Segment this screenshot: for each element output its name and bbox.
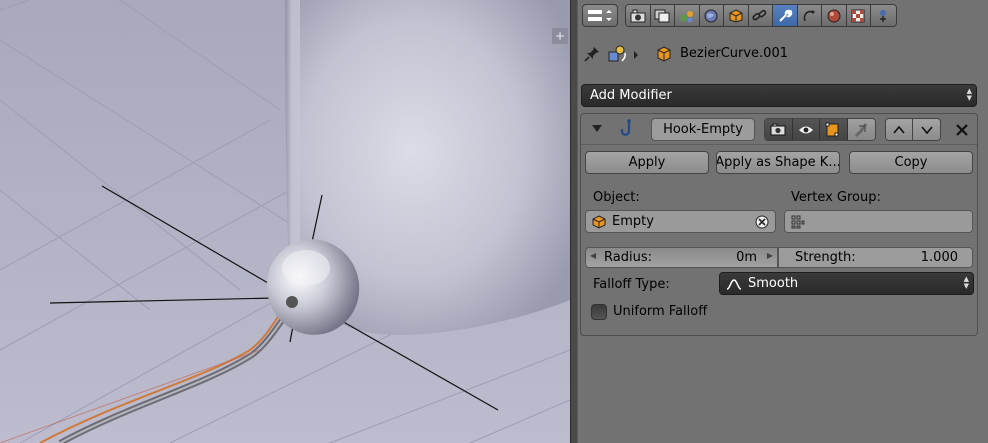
render-layers-tab[interactable] xyxy=(650,5,675,26)
context-path: BezierCurve.001 xyxy=(578,40,988,68)
apply-button[interactable]: Apply xyxy=(585,151,709,174)
modifiers-tab[interactable] xyxy=(773,5,798,26)
curve-object-icon xyxy=(608,45,626,62)
radius-field[interactable]: ◀ Radius: 0m ▶ xyxy=(585,247,778,268)
updown-arrows-icon: ▲ ▼ xyxy=(963,275,969,290)
falloff-type-label: Falloff Type: xyxy=(593,277,670,292)
vertex-group-label: Vertex Group: xyxy=(791,190,881,205)
eye-icon xyxy=(798,126,813,133)
hook-icon xyxy=(620,119,631,136)
texture-checker-icon xyxy=(851,9,865,22)
render-toggle[interactable] xyxy=(765,119,793,140)
chevron-right-icon xyxy=(634,51,638,59)
strength-value: 1.000 xyxy=(920,250,958,265)
falloff-type-dropdown[interactable]: Smooth ▲ ▼ xyxy=(719,272,974,295)
decrement-arrow-icon[interactable]: ◀ xyxy=(590,251,596,260)
strength-label: Strength: xyxy=(795,250,856,265)
uniform-falloff-label: Uniform Falloff xyxy=(613,304,708,319)
strength-field[interactable]: Strength: 1.000 xyxy=(778,247,973,268)
object-cube-icon xyxy=(592,215,606,229)
uniform-falloff-checkbox[interactable] xyxy=(591,304,607,320)
cage-toggle[interactable] xyxy=(847,119,875,140)
falloff-type-value: Smooth xyxy=(748,276,799,291)
move-up-button[interactable] xyxy=(886,119,914,140)
move-down-button[interactable] xyxy=(913,119,940,140)
add-modifier-dropdown[interactable]: Add Modifier ▲ ▼ xyxy=(581,84,977,107)
object-field[interactable]: Empty xyxy=(585,210,776,233)
physics-tab[interactable] xyxy=(871,5,896,26)
world-tab[interactable] xyxy=(699,5,724,26)
wrench-icon xyxy=(779,9,792,22)
modifier-name: Hook-Empty xyxy=(663,122,743,137)
radius-label: Radius: xyxy=(604,250,652,265)
object-label: Object: xyxy=(593,190,640,205)
copy-label: Copy xyxy=(894,155,928,170)
add-modifier-label: Add Modifier xyxy=(590,88,672,103)
modifier-name-field[interactable]: Hook-Empty xyxy=(651,118,755,141)
viewport-toggle[interactable] xyxy=(792,119,820,140)
apply-label: Apply xyxy=(628,155,666,170)
move-buttons xyxy=(885,118,941,141)
updown-arrows-icon: ▲ ▼ xyxy=(966,87,972,102)
3d-viewport[interactable]: + xyxy=(0,0,570,443)
world-icon xyxy=(704,9,718,22)
object-name: BezierCurve.001 xyxy=(680,46,788,61)
triangle-down-icon xyxy=(920,125,933,134)
render-layers-icon xyxy=(654,9,670,22)
collapse-triangle-icon[interactable] xyxy=(591,124,603,134)
curve-data-icon xyxy=(803,10,815,21)
scene-tab[interactable] xyxy=(675,5,700,26)
apply-as-shape-label: Apply as Shape K... xyxy=(716,155,840,170)
constraints-chain-icon xyxy=(752,9,767,20)
object-tab[interactable] xyxy=(724,5,749,26)
copy-button[interactable]: Copy xyxy=(849,151,973,174)
increment-arrow-icon[interactable]: ▶ xyxy=(767,251,773,260)
editor-type-button[interactable] xyxy=(582,4,618,27)
object-cube-icon xyxy=(729,8,743,23)
clear-field-icon[interactable] xyxy=(755,215,769,229)
viewport-scene: + xyxy=(0,0,570,443)
properties-header xyxy=(578,0,988,32)
properties-tabs xyxy=(625,4,897,27)
close-icon[interactable] xyxy=(955,123,969,137)
data-tab[interactable] xyxy=(797,5,822,26)
radius-value: 0m xyxy=(736,250,757,265)
camera-icon xyxy=(770,123,786,136)
modifier-header: Hook-Empty xyxy=(581,114,977,145)
triangle-up-icon xyxy=(893,125,905,134)
vertex-group-field[interactable] xyxy=(784,210,973,233)
constraints-tab[interactable] xyxy=(748,5,773,26)
render-tab[interactable] xyxy=(626,5,651,26)
modifier-visibility-toggles xyxy=(764,118,876,141)
edit-mode-icon xyxy=(825,122,839,136)
properties-editor-icon xyxy=(588,9,612,21)
pin-icon[interactable] xyxy=(584,46,600,62)
physics-icon xyxy=(880,9,887,22)
material-sphere-icon xyxy=(827,9,841,22)
vertex-group-icon xyxy=(791,215,805,229)
edit-mode-toggle[interactable] xyxy=(820,119,848,140)
area-splitter[interactable] xyxy=(570,0,578,443)
camera-icon xyxy=(630,9,646,22)
on-cage-icon xyxy=(855,122,868,137)
object-value: Empty xyxy=(612,214,654,229)
scene-icon xyxy=(680,10,693,22)
texture-tab[interactable] xyxy=(846,5,871,26)
apply-as-shape-button[interactable]: Apply as Shape K... xyxy=(716,151,840,174)
material-tab[interactable] xyxy=(822,5,847,26)
smooth-curve-icon xyxy=(726,279,742,290)
properties-panel: BezierCurve.001 Add Modifier ▲ ▼ Hook-Emp… xyxy=(578,0,988,443)
hook-modifier-panel: Hook-Empty Apply Apply as Shape K... Cop… xyxy=(580,113,978,336)
svg-text:+: + xyxy=(555,29,565,43)
object-cube-icon xyxy=(657,46,671,62)
